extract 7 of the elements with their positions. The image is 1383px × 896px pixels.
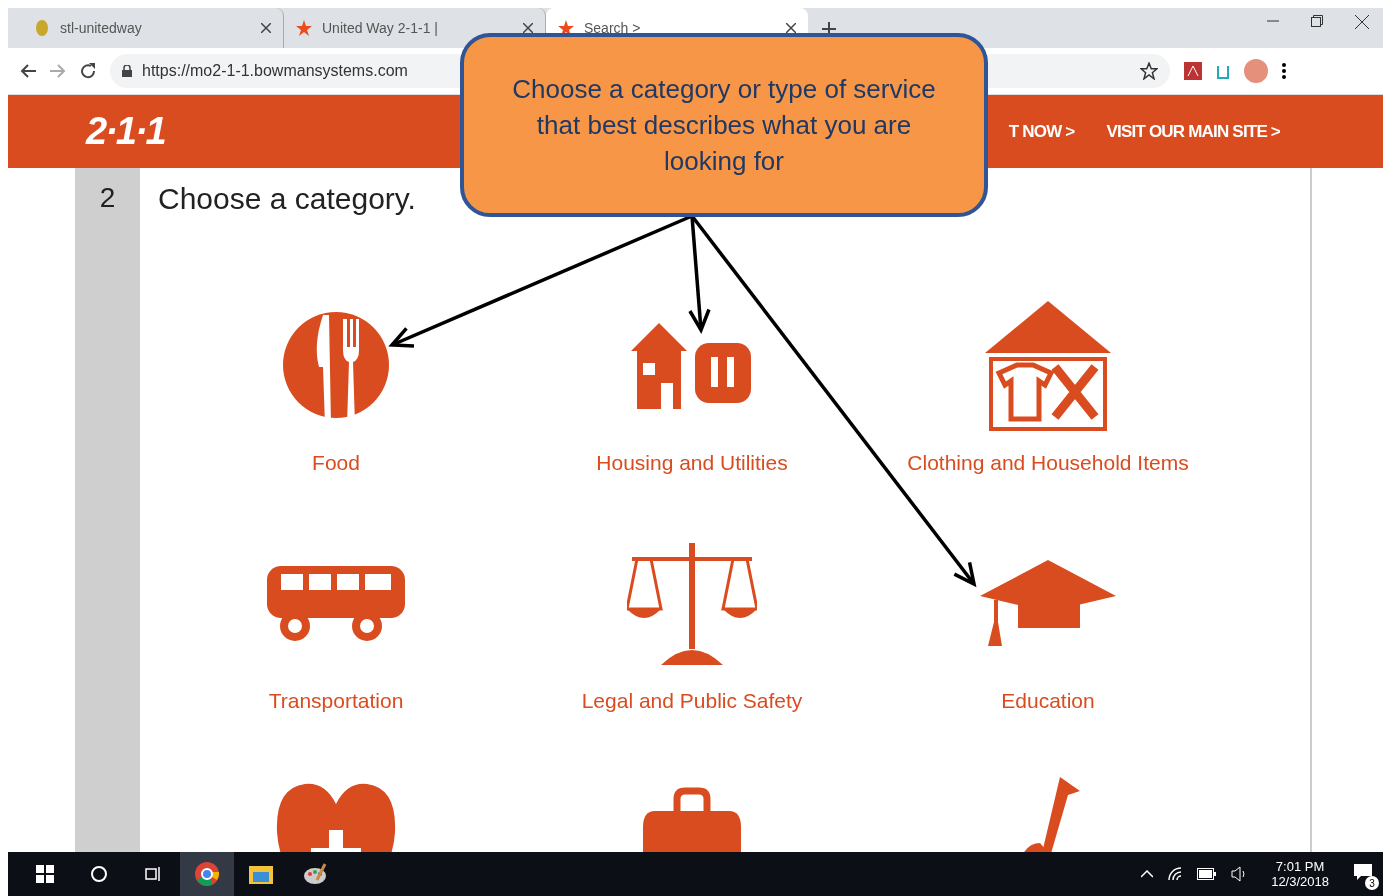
step-title: Choose a category. [158,182,417,216]
tab-title: stl-unitedway [60,20,143,36]
callout-text: Choose a category or type of service that best describes what you are looking for [511,73,937,178]
tab-title: Search > [584,20,642,36]
step-number: 2 [99,182,116,215]
notification-count: 3 [1365,876,1379,890]
tab-title: United Way 2-1-1 | [322,20,439,36]
